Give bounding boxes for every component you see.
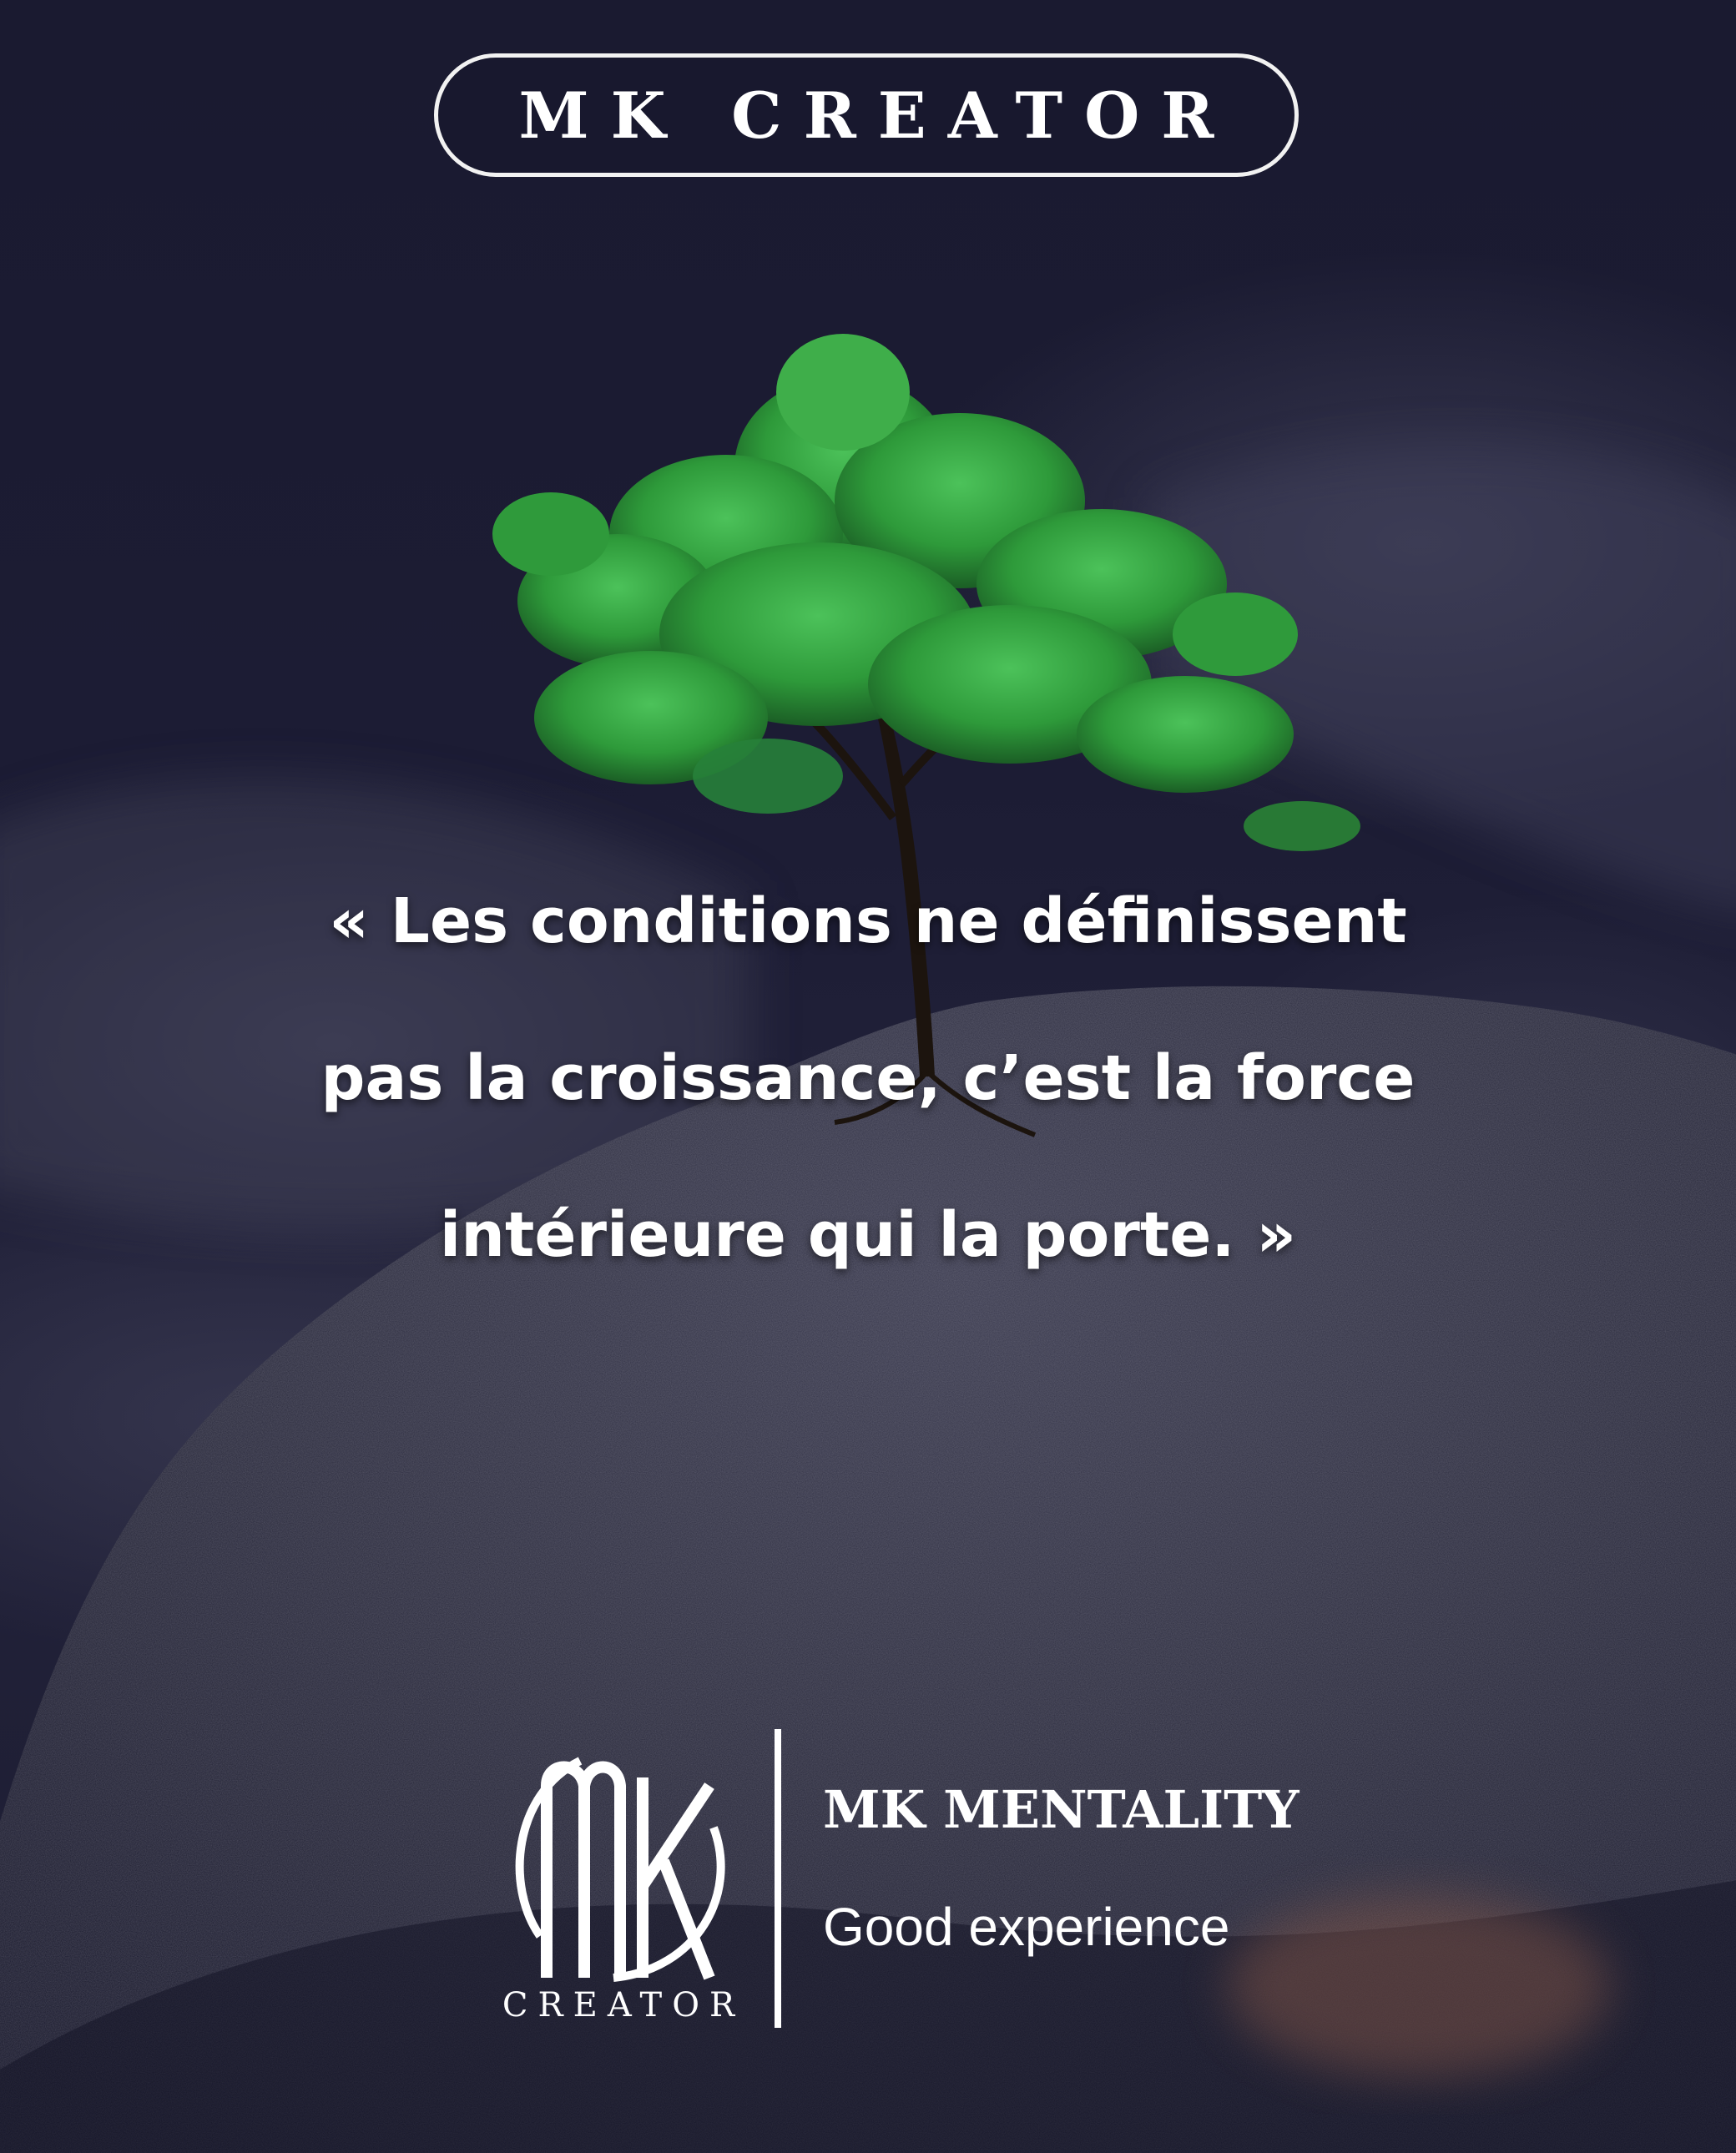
brand-name: MK MENTALITY xyxy=(823,1779,1299,1840)
mk-creator-logo xyxy=(515,1757,725,1982)
logo-m-letter xyxy=(541,1761,590,1978)
logo-caption: CREATOR xyxy=(502,1986,745,2024)
brand-tagline: Good experience xyxy=(823,1897,1230,1957)
quote-line-2: pas la croissance, c’est la force xyxy=(320,1042,1416,1114)
rust-highlight xyxy=(1227,1894,1611,2078)
quote-line-3: intérieure qui la porte. » xyxy=(439,1199,1297,1271)
header-title: MK CREATOR xyxy=(518,78,1236,153)
logo-k-letter xyxy=(637,1777,715,1980)
quote-line-1: « Les conditions ne définissent xyxy=(329,885,1407,957)
brand-divider xyxy=(775,1729,781,2028)
quote-text: « Les conditions ne définissent pas la c… xyxy=(117,843,1619,1313)
poster: MK CREATOR « Les conditions ne définisse… xyxy=(0,0,1736,2153)
header-title-pill: MK CREATOR xyxy=(434,53,1299,177)
